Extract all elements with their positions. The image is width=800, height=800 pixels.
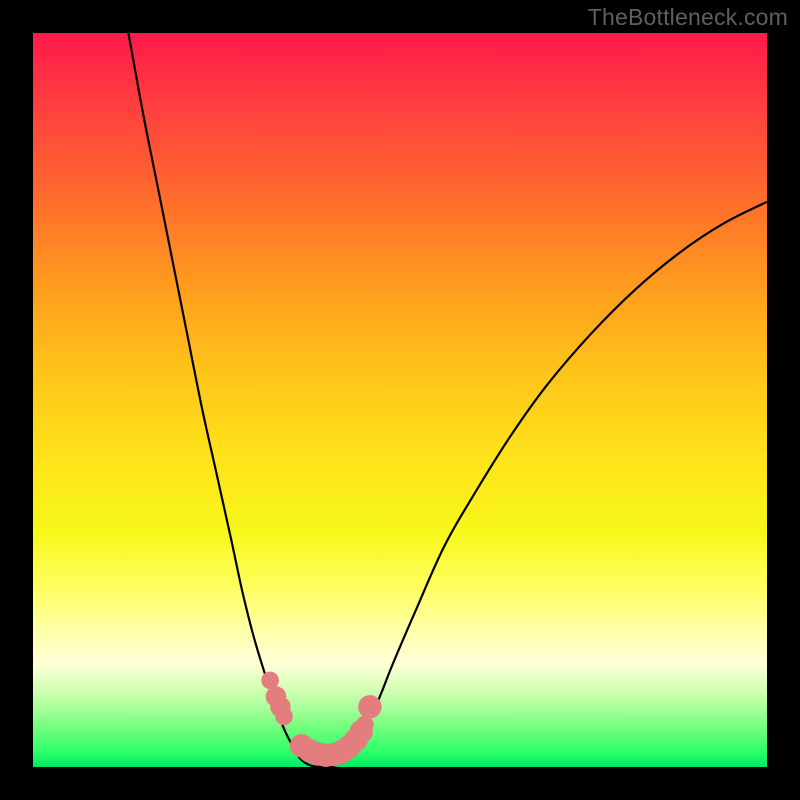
- marker-point: [275, 708, 293, 726]
- chart-frame: TheBottleneck.com: [0, 0, 800, 800]
- watermark-text: TheBottleneck.com: [588, 4, 788, 31]
- series-group: [128, 33, 767, 767]
- marker-group: [261, 672, 381, 767]
- series-right-curve: [341, 202, 767, 763]
- plot-area: [33, 33, 767, 767]
- marker-point: [358, 695, 381, 718]
- series-left-curve: [128, 33, 304, 763]
- chart-svg: [33, 33, 767, 767]
